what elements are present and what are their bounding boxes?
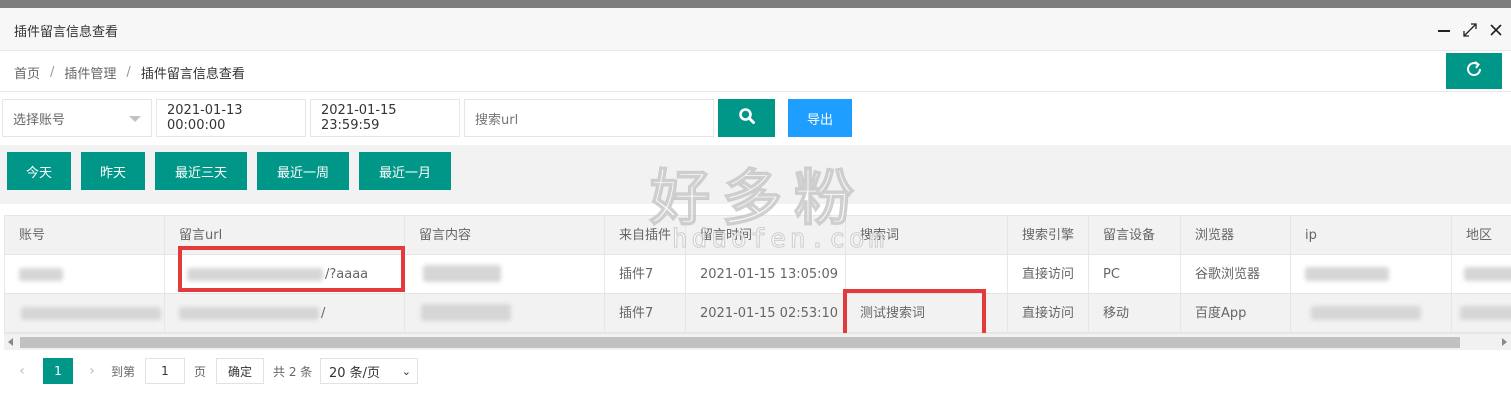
url-suffix: /?aaaa bbox=[325, 267, 369, 282]
prev-page-icon[interactable]: ‹ bbox=[12, 360, 32, 382]
cell-browser: 百度App bbox=[1181, 294, 1291, 333]
search-button[interactable] bbox=[718, 99, 775, 137]
breadcrumb-separator: / bbox=[50, 65, 55, 80]
cell-ip bbox=[1291, 255, 1452, 294]
cell-engine: 直接访问 bbox=[1008, 255, 1089, 294]
cell-plugin: 插件7 bbox=[605, 255, 686, 294]
redacted-text bbox=[1305, 267, 1389, 281]
column-header: 来自插件 bbox=[605, 216, 686, 255]
breadcrumb-plugin-manage[interactable]: 插件管理 bbox=[64, 63, 116, 82]
breadcrumb-home[interactable]: 首页 bbox=[14, 63, 40, 82]
range-3days-button[interactable]: 最近三天 bbox=[155, 152, 247, 190]
redacted-text bbox=[421, 304, 511, 321]
cell-engine: 直接访问 bbox=[1008, 294, 1089, 333]
window-title: 插件留言信息查看 bbox=[14, 25, 119, 40]
column-header: 地区 bbox=[1452, 216, 1511, 255]
cell-device: PC bbox=[1089, 255, 1181, 294]
redacted-text bbox=[1464, 267, 1511, 281]
next-page-icon[interactable]: › bbox=[82, 360, 102, 382]
cell-region bbox=[1452, 294, 1511, 333]
column-header: 搜索引擎 bbox=[1008, 216, 1089, 255]
quick-range-bar: 今天 昨天 最近三天 最近一周 最近一月 bbox=[0, 145, 1511, 204]
cell-content bbox=[405, 294, 605, 333]
redacted-text bbox=[1311, 306, 1421, 320]
top-strip bbox=[0, 0, 1511, 8]
cell-browser: 谷歌浏览器 bbox=[1181, 255, 1291, 294]
breadcrumb-current: 插件留言信息查看 bbox=[140, 67, 245, 82]
cell-search-term bbox=[846, 255, 1008, 294]
chevron-down-icon bbox=[129, 116, 141, 122]
breadcrumb-separator: / bbox=[126, 65, 131, 80]
redacted-text bbox=[21, 307, 161, 320]
page-current-button[interactable]: 1 bbox=[43, 358, 73, 384]
page-size-value: 20 条/页 bbox=[329, 365, 381, 381]
table-row[interactable]: / 插件7 2021-01-15 02:53:10 测试搜索词 直接访问 移动 … bbox=[5, 294, 1511, 333]
redacted-text bbox=[179, 307, 319, 320]
column-header: 留言内容 bbox=[405, 216, 605, 255]
account-select-value: 选择账号 bbox=[13, 112, 66, 128]
search-icon bbox=[738, 107, 756, 129]
cell-time: 2021-01-15 13:05:09 bbox=[686, 255, 846, 294]
scrollbar-thumb[interactable] bbox=[20, 337, 1460, 348]
table-header-row: 账号 留言url 留言内容 来自插件 留言时间 搜索词 搜索引擎 留言设备 浏览… bbox=[5, 216, 1511, 255]
minimize-icon[interactable] bbox=[1435, 20, 1453, 40]
column-header: 留言设备 bbox=[1089, 216, 1181, 255]
scroll-left-icon[interactable] bbox=[8, 338, 13, 346]
chevron-down-icon: ⌄ bbox=[401, 365, 411, 378]
cell-url: /?aaaa bbox=[165, 255, 405, 294]
page-unit-label: 页 bbox=[194, 365, 207, 379]
column-header: ip bbox=[1291, 216, 1452, 255]
cell-account bbox=[5, 255, 165, 294]
column-header: 搜索词 bbox=[846, 216, 1008, 255]
cell-account bbox=[5, 294, 165, 333]
goto-confirm-button[interactable]: 确定 bbox=[216, 358, 264, 384]
start-date-value: 2021-01-13 00:00:00 bbox=[167, 103, 243, 133]
refresh-button[interactable] bbox=[1446, 53, 1502, 89]
account-select[interactable]: 选择账号 bbox=[2, 99, 152, 137]
window-controls bbox=[1435, 20, 1505, 40]
end-date-input[interactable]: 2021-01-15 23:59:59 bbox=[310, 99, 460, 137]
pagination: ‹ 1 › 到第 1 页 确定 共 2 条 20 条/页 ⌄ bbox=[0, 351, 1511, 391]
table-row[interactable]: /?aaaa 插件7 2021-01-15 13:05:09 直接访问 PC 谷… bbox=[5, 255, 1511, 294]
range-week-button[interactable]: 最近一周 bbox=[257, 152, 349, 190]
url-suffix: / bbox=[321, 306, 326, 321]
export-button[interactable]: 导出 bbox=[788, 99, 852, 137]
end-date-value: 2021-01-15 23:59:59 bbox=[321, 103, 397, 133]
goto-page-input[interactable]: 1 bbox=[145, 358, 185, 384]
cell-device: 移动 bbox=[1089, 294, 1181, 333]
range-month-button[interactable]: 最近一月 bbox=[359, 152, 451, 190]
close-icon[interactable] bbox=[1487, 20, 1505, 40]
cell-ip bbox=[1291, 294, 1452, 333]
refresh-icon bbox=[1465, 59, 1483, 83]
column-header: 账号 bbox=[5, 216, 165, 255]
cell-search-term: 测试搜索词 bbox=[846, 294, 1008, 333]
redacted-text bbox=[19, 268, 63, 281]
redacted-text bbox=[423, 265, 501, 282]
breadcrumb: 首页 / 插件管理 / 插件留言信息查看 bbox=[14, 63, 245, 82]
redacted-text bbox=[187, 268, 323, 281]
maximize-icon[interactable] bbox=[1461, 20, 1479, 40]
horizontal-scrollbar[interactable] bbox=[4, 333, 1511, 350]
cell-url: / bbox=[165, 294, 405, 333]
range-yesterday-button[interactable]: 昨天 bbox=[81, 152, 145, 190]
column-header: 留言url bbox=[165, 216, 405, 255]
search-url-placeholder: 搜索url bbox=[475, 112, 519, 128]
column-header: 浏览器 bbox=[1181, 216, 1291, 255]
cell-region bbox=[1452, 255, 1511, 294]
message-table: 账号 留言url 留言内容 来自插件 留言时间 搜索词 搜索引擎 留言设备 浏览… bbox=[4, 215, 1511, 333]
total-count: 共 2 条 bbox=[273, 365, 313, 379]
redacted-text bbox=[1460, 306, 1511, 320]
start-date-input[interactable]: 2021-01-13 00:00:00 bbox=[156, 99, 306, 137]
page-size-select[interactable]: 20 条/页 ⌄ bbox=[320, 358, 418, 384]
window-titlebar: 插件留言信息查看 bbox=[0, 8, 1511, 51]
cell-time: 2021-01-15 02:53:10 bbox=[686, 294, 846, 333]
goto-label: 到第 bbox=[111, 365, 136, 379]
cell-content bbox=[405, 255, 605, 294]
range-today-button[interactable]: 今天 bbox=[7, 152, 71, 190]
column-header: 留言时间 bbox=[686, 216, 846, 255]
scroll-right-icon[interactable] bbox=[1502, 338, 1507, 346]
cell-plugin: 插件7 bbox=[605, 294, 686, 333]
search-url-input[interactable]: 搜索url bbox=[464, 99, 714, 137]
breadcrumb-bar: 首页 / 插件管理 / 插件留言信息查看 bbox=[0, 51, 1511, 92]
